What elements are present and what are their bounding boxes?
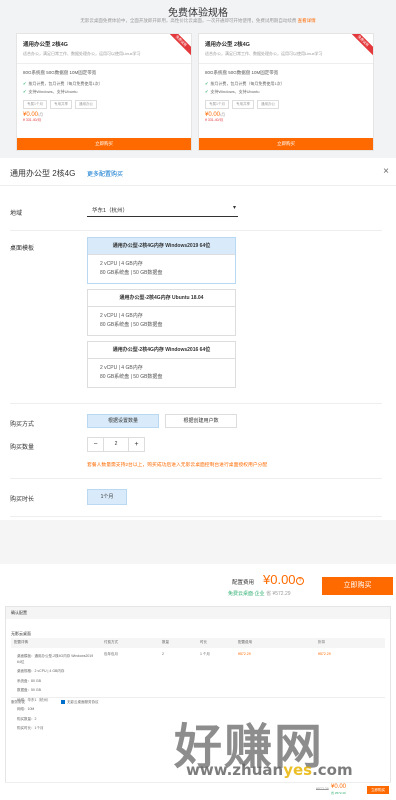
more-config-link[interactable]: 更多配置购买 bbox=[87, 169, 123, 178]
card-tag: 专用共享 bbox=[231, 100, 254, 109]
quantity-input[interactable]: 2 bbox=[103, 438, 129, 451]
check-icon: ✔ bbox=[23, 89, 27, 94]
card-tag: 通用办公 bbox=[256, 100, 279, 109]
card-tag: 专属1个月 bbox=[23, 100, 47, 109]
price-bar: 配置费用 ¥0.00 ? 免费云桌面·企业 省 ¥572.29 立即购买 bbox=[0, 566, 396, 604]
footer-original-price: ¥572.29 bbox=[316, 787, 329, 791]
card-spec: 80G系统盘 50G数据盘 10M固定带宽 bbox=[23, 70, 97, 75]
divider bbox=[10, 230, 382, 231]
card-buy-button[interactable]: 立即购买 bbox=[17, 138, 191, 150]
card-header: 通用办公型 2核4G 适合办公，满足日常工作、数据处理办公，运用可以使用Linu… bbox=[199, 34, 373, 64]
quantity-stepper: − 2 + bbox=[87, 437, 145, 452]
template-title: 通用办公型-2核4G内存 Windows2019 64位 bbox=[88, 238, 235, 255]
card-buy-button[interactable]: 立即购买 bbox=[199, 138, 373, 150]
order-table-header: 配置详情 付费方式 数量 时长 配置费用 折扣 bbox=[11, 638, 385, 648]
dialog-header: 通用办公型 2核4G 更多配置购买 × bbox=[0, 160, 396, 186]
footer-bar: ¥572.29 ¥0.00 省 ¥572.29 立即购买 bbox=[5, 782, 391, 796]
free-trial-section: 免费体验规格 无影云桌面免费体验中，全面开放即开即用，高性价比云桌面，一次开通即… bbox=[0, 0, 396, 158]
purchase-by-quantity-option[interactable]: 根据设置数量 bbox=[87, 414, 159, 428]
trial-ribbon: 免费试用 bbox=[351, 34, 373, 56]
order-detail: 桌面模板：通用办公型-2核4G内存 Windows2019 64位 桌面规格：2… bbox=[17, 654, 94, 730]
card-subtitle: 适合办公，满足日常工作、数据处理办公，运用可以使用Linux学习 bbox=[23, 51, 141, 56]
watermark-url: www.zhuanyes.com bbox=[186, 761, 353, 779]
checkbox-icon bbox=[61, 700, 65, 705]
trial-ribbon: 免费试用 bbox=[169, 34, 191, 56]
card-original-price: ¥ 331.40/月 bbox=[23, 118, 42, 122]
free-trial-subtitle: 无影云桌面免费体验中，全面开放即开即用，高性价比云桌面，一次开通即可开始使用，免… bbox=[0, 18, 396, 24]
template-body: 2 vCPU | 4 GB内存 80 GB系统盘 | 50 GB数据盘 bbox=[100, 365, 163, 380]
minus-button[interactable]: − bbox=[88, 438, 103, 451]
template-option[interactable]: 通用办公型-2核4G内存 Ubuntu 18.04 2 vCPU | 4 GB内… bbox=[87, 289, 236, 336]
divider bbox=[10, 478, 382, 479]
order-payment: 包年包月 bbox=[104, 652, 118, 656]
check-icon: ✔ bbox=[23, 81, 27, 86]
buy-now-button[interactable]: 立即购买 bbox=[322, 577, 393, 595]
order-discount: ¥572.29 bbox=[318, 652, 331, 656]
purchase-method-label: 购买方式 bbox=[10, 422, 35, 428]
help-icon[interactable]: ? bbox=[296, 577, 304, 585]
card-tags: 专属1个月 专用共享 通用办公 bbox=[199, 96, 373, 109]
order-header: 确认配置 bbox=[6, 607, 390, 619]
free-desktop-promo: 免费云桌面·企业 省 ¥572.29 bbox=[228, 591, 291, 597]
purchase-by-users-option[interactable]: 根据创建用户数 bbox=[165, 414, 237, 428]
trial-card: 免费试用 通用办公型 2核4G 适合办公，满足日常工作、数据处理办公，运用可以使… bbox=[16, 33, 192, 151]
card-spec: 80G系统盘 50G数据盘 10M固定带宽 bbox=[205, 70, 279, 75]
service-label: 服务协议 bbox=[11, 700, 25, 704]
template-title: 通用办公型-2核4G内存 Ubuntu 18.04 bbox=[88, 290, 235, 307]
duration-label: 购买时长 bbox=[10, 497, 35, 503]
region-select[interactable]: 华东1（杭州） ▾ bbox=[87, 203, 238, 217]
trial-card: 免费试用 通用办公型 2核4G 适合办公，满足日常工作、数据处理办公，运用可以使… bbox=[198, 33, 374, 151]
region-value: 华东1（杭州） bbox=[92, 208, 129, 214]
card-title: 通用办公型 2核4G bbox=[23, 42, 68, 48]
order-duration: 1 个月 bbox=[200, 652, 210, 656]
card-feature: ✔ 按月计费，包月计费（每月免费使用1次） bbox=[205, 81, 285, 86]
card-header: 通用办公型 2核4G 适合办公，满足日常工作、数据处理办公，运用可以使用Linu… bbox=[17, 34, 191, 64]
template-body: 2 vCPU | 4 GB内存 80 GB系统盘 | 50 GB数据盘 bbox=[100, 313, 163, 328]
card-price: ¥0.00/月 bbox=[205, 112, 226, 118]
card-tag: 专用共享 bbox=[49, 100, 72, 109]
card-feature: ✔ 支持Windows、支持Ubuntu bbox=[23, 89, 78, 94]
order-fee: ¥572.29 bbox=[238, 652, 251, 656]
template-title: 通用办公型-2核4G内存 Windows2016 64位 bbox=[88, 342, 235, 359]
card-subtitle: 适合办公，满足日常工作、数据处理办公，运用可以使用Linux学习 bbox=[205, 51, 323, 56]
check-icon: ✔ bbox=[205, 81, 209, 86]
card-feature: ✔ 支持Windows、支持Ubuntu bbox=[205, 89, 260, 94]
card-price: ¥0.00/月 bbox=[23, 112, 44, 118]
quantity-label: 购买数量 bbox=[10, 445, 35, 451]
card-tags: 专属1个月 专用共享 通用办公 bbox=[17, 96, 191, 109]
check-icon: ✔ bbox=[205, 89, 209, 94]
template-body: 2 vCPU | 4 GB内存 80 GB系统盘 | 50 GB数据盘 bbox=[100, 261, 163, 276]
config-fee-value: ¥0.00 bbox=[263, 572, 296, 587]
spacer bbox=[0, 520, 396, 564]
duration-option[interactable]: 1个月 bbox=[87, 489, 127, 505]
template-label: 桌面模板 bbox=[10, 246, 35, 252]
caret-down-icon: ▾ bbox=[232, 205, 236, 211]
quantity-warning: 套餐人数量需支持2台以上，购买成功后进入无影云桌面控制台进行桌面授权用户分配 bbox=[87, 463, 268, 468]
card-original-price: ¥ 331.40/月 bbox=[205, 118, 224, 122]
agreement-checkbox[interactable]: 无影云桌面服务协议 bbox=[61, 700, 99, 705]
dialog-title: 通用办公型 2核4G bbox=[10, 169, 76, 178]
order-section-title: 无影云桌面 bbox=[11, 631, 31, 636]
plus-button[interactable]: + bbox=[129, 438, 144, 451]
card-title: 通用办公型 2核4G bbox=[205, 42, 250, 48]
details-link[interactable]: 查看详情 bbox=[298, 18, 316, 23]
card-tag: 通用办公 bbox=[74, 100, 97, 109]
free-trial-subtitle-text: 无影云桌面免费体验中，全面开放即开即用，高性价比云桌面，一次开通即可开始使用，免… bbox=[80, 18, 297, 23]
footer-buy-button[interactable]: 立即购买 bbox=[367, 786, 389, 794]
footer-save: 省 ¥572.29 bbox=[331, 791, 346, 795]
template-option[interactable]: 通用办公型-2核4G内存 Windows2019 64位 2 vCPU | 4 … bbox=[87, 237, 236, 284]
close-icon[interactable]: × bbox=[383, 166, 389, 177]
footer-price: ¥0.00 bbox=[331, 784, 347, 790]
table-row: 桌面模板：通用办公型-2核4G内存 Windows2019 64位 桌面规格：2… bbox=[11, 650, 385, 730]
card-feature: ✔ 按月计费，包月计费（每月免费使用1次） bbox=[23, 81, 103, 86]
config-fee-label: 配置费用 bbox=[232, 580, 255, 586]
card-tag: 专属1个月 bbox=[205, 100, 229, 109]
order-qty: 2 bbox=[162, 652, 164, 656]
region-label: 地域 bbox=[10, 211, 23, 217]
template-option[interactable]: 通用办公型-2核4G内存 Windows2016 64位 2 vCPU | 4 … bbox=[87, 341, 236, 388]
divider bbox=[10, 403, 382, 404]
free-trial-title: 免费体验规格 bbox=[168, 8, 228, 19]
divider bbox=[10, 516, 382, 517]
